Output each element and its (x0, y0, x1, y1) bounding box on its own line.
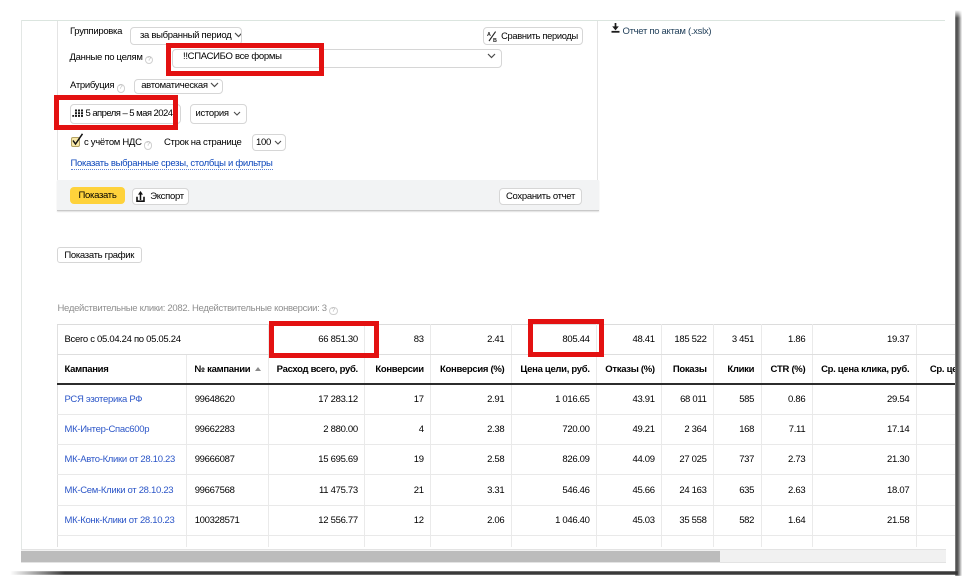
svg-text:B: B (493, 38, 497, 42)
svg-text:A: A (487, 32, 491, 38)
